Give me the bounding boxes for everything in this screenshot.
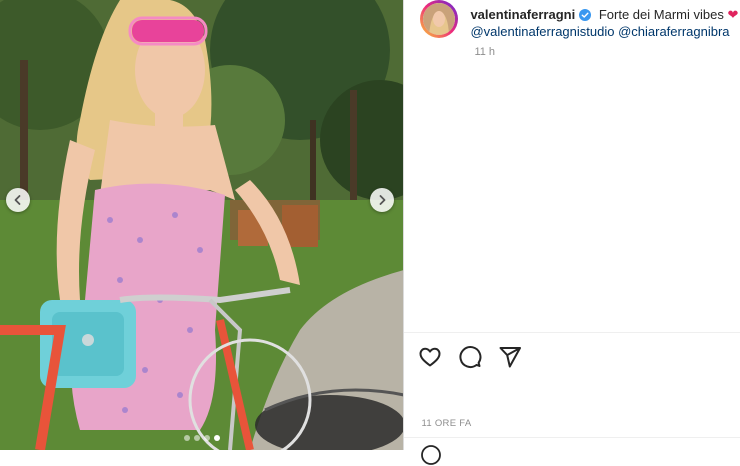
verified-badge-icon [579, 9, 592, 21]
carousel-dot [204, 435, 210, 441]
divider [404, 332, 740, 333]
caption-row: valentinaferragni Forte dei Marmi vibes … [420, 0, 740, 64]
heart-icon[interactable] [418, 345, 442, 369]
mentions-link[interactable]: @valentinaferragnistudio @chiaraferragni… [470, 24, 729, 39]
carousel-dot-active [214, 435, 220, 441]
caption: valentinaferragni Forte dei Marmi vibes … [470, 6, 740, 40]
post-time[interactable]: 11 h [474, 46, 495, 58]
post-media[interactable] [0, 0, 404, 450]
carousel-prev-button[interactable] [6, 188, 30, 212]
heart-emoji: ❤ [727, 7, 739, 22]
paper-plane-icon[interactable] [498, 345, 522, 369]
chevron-left-icon [14, 195, 21, 205]
divider [404, 437, 740, 438]
caption-text: Forte dei Marmi vibes [598, 7, 724, 22]
instagram-post: valentinaferragni Forte dei Marmi vibes … [0, 0, 740, 465]
carousel-dot [194, 435, 200, 441]
username-link[interactable]: valentinaferragni [470, 7, 575, 22]
post-actions [418, 345, 522, 369]
carousel-indicator [0, 435, 403, 441]
chevron-right-icon [379, 195, 386, 205]
carousel-dot [184, 435, 190, 441]
avatar[interactable] [420, 0, 459, 38]
post-sidebar: valentinaferragni Forte dei Marmi vibes … [403, 0, 740, 465]
post-timestamp: 11 ORE FA [421, 418, 472, 429]
emoji-icon[interactable] [420, 444, 442, 466]
carousel-next-button[interactable] [370, 188, 394, 212]
post-photo [0, 0, 404, 450]
avatar-photo [423, 3, 456, 35]
comment-icon[interactable] [458, 345, 482, 369]
